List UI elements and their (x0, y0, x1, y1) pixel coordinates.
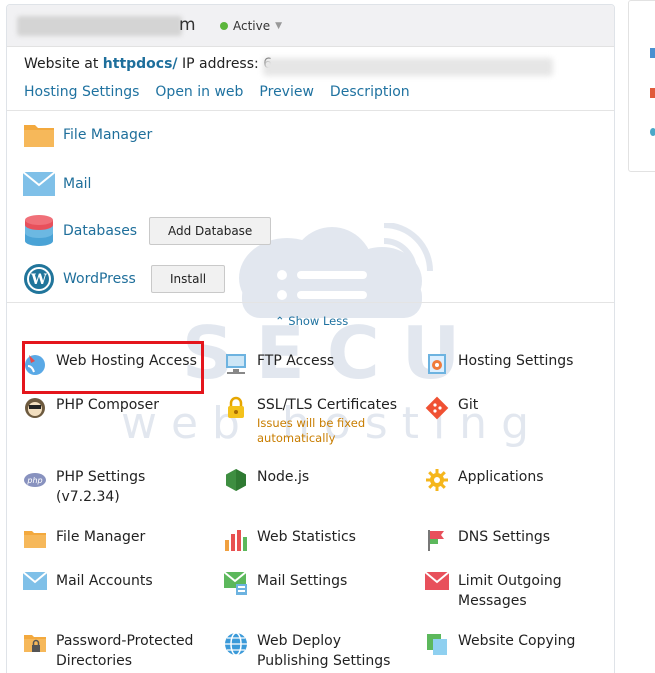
nodejs-icon (224, 468, 248, 492)
tool-nodejs[interactable]: Node.js (224, 467, 309, 492)
tool-label: Mail Accounts (56, 573, 153, 589)
tool-php-settings[interactable]: php PHP Settings (v7.2.34) (23, 467, 145, 507)
tool-label: Limit Outgoing Messages (458, 573, 562, 609)
website-prefix: Website at (24, 56, 99, 72)
tool-label: Web Deploy Publishing Settings (257, 633, 391, 669)
docroot-link[interactable]: httpdocs/ (103, 56, 178, 72)
bar-chart-icon (224, 528, 248, 552)
tool-applications[interactable]: Applications (425, 467, 544, 492)
svg-text:php: php (26, 476, 42, 485)
tool-ssl-certificates[interactable]: SSL/TLS Certificates Issues will be fixe… (224, 395, 397, 446)
wordpress-label: WordPress (63, 271, 136, 287)
folder-icon (23, 528, 47, 552)
side-icon-red (650, 88, 655, 98)
subscription-card: m Active ▼ Website at httpdocs/ IP addre… (6, 4, 615, 673)
status-dot-icon (220, 22, 228, 30)
description-link[interactable]: Description (330, 84, 410, 100)
side-panel (628, 0, 655, 172)
gear-icon (425, 468, 449, 492)
tool-label: Hosting Settings (458, 353, 574, 369)
ftp-icon (224, 352, 248, 376)
install-button[interactable]: Install (151, 265, 226, 293)
preview-link[interactable]: Preview (259, 84, 314, 100)
domain-name-tail: m (179, 15, 196, 35)
tool-dns-settings[interactable]: DNS Settings (425, 527, 550, 552)
tool-web-hosting-access[interactable]: Web Hosting Access (23, 351, 197, 376)
divider (7, 302, 614, 303)
php-version: (v7.2.34) (56, 489, 120, 505)
tool-label: Applications (458, 469, 544, 485)
tool-label: DNS Settings (458, 529, 551, 545)
side-icon-teal (650, 128, 655, 136)
file-manager-row[interactable]: File Manager (23, 119, 152, 151)
database-icon (23, 215, 55, 247)
chevron-down-icon: ▼ (275, 21, 283, 31)
mail-label: Mail (63, 176, 92, 192)
copy-icon (425, 632, 449, 656)
web-deploy-icon (224, 632, 248, 656)
mail-row[interactable]: Mail (23, 168, 91, 200)
php-icon: php (23, 468, 47, 492)
domain-name-redacted (17, 16, 182, 36)
tool-php-composer[interactable]: PHP Composer (23, 395, 159, 420)
lock-folder-icon (23, 632, 47, 656)
mail-icon (22, 571, 48, 596)
tool-web-deploy[interactable]: Web Deploy Publishing Settings (224, 631, 397, 671)
ssl-icon (224, 396, 248, 420)
ip-address-label: IP address: 6 (182, 56, 273, 72)
tool-file-manager[interactable]: File Manager (23, 527, 145, 552)
website-line: Website at httpdocs/ (24, 56, 178, 72)
tool-label: File Manager (56, 529, 146, 545)
tool-ftp-access[interactable]: FTP Access (224, 351, 334, 376)
folder-icon (23, 119, 55, 151)
file-manager-label: File Manager (63, 127, 153, 143)
tool-label: Node.js (257, 469, 310, 485)
open-in-web-link[interactable]: Open in web (155, 84, 243, 100)
wordpress-icon: W (23, 263, 55, 295)
tool-password-protected-directories[interactable]: Password-Protected Directories (23, 631, 201, 671)
tool-label: Mail Settings (257, 573, 348, 589)
mail-settings-icon (223, 571, 248, 596)
tool-hosting-settings[interactable]: Hosting Settings (425, 351, 573, 376)
tool-label: SSL/TLS Certificates (257, 397, 397, 413)
chevron-up-icon: ⌃ (275, 314, 285, 328)
add-database-button[interactable]: Add Database (149, 217, 272, 245)
tool-label: FTP Access (257, 353, 335, 369)
hosting-settings-link[interactable]: Hosting Settings (24, 84, 139, 100)
web-hosting-access-icon (23, 352, 47, 376)
git-icon (425, 396, 449, 420)
tool-label: Web Hosting Access (56, 353, 197, 369)
card-header: m Active ▼ (7, 5, 614, 47)
hosting-settings-icon (425, 352, 449, 376)
tool-label: PHP Settings (56, 469, 146, 485)
mail-limit-icon (424, 571, 450, 596)
status-label: Active (233, 19, 271, 33)
tool-web-statistics[interactable]: Web Statistics (224, 527, 356, 552)
databases-label: Databases (63, 223, 138, 239)
show-less-label: Show Less (288, 314, 349, 328)
databases-row[interactable]: Databases (23, 215, 137, 247)
tool-limit-outgoing-messages[interactable]: Limit Outgoing Messages (424, 571, 578, 611)
tool-label: Git (458, 397, 479, 413)
tool-label: Website Copying (458, 633, 576, 649)
mail-icon (23, 168, 55, 200)
tool-git[interactable]: Git (425, 395, 478, 420)
show-less-toggle[interactable]: ⌃ Show Less (275, 314, 348, 328)
svg-text:W: W (30, 272, 47, 288)
ip-address-redacted (263, 58, 553, 76)
ssl-warning-note: Issues will be fixed automatically (257, 416, 366, 445)
tool-mail-accounts[interactable]: Mail Accounts (22, 571, 153, 596)
tool-label: Web Statistics (257, 529, 356, 545)
status-dropdown[interactable]: Active ▼ (220, 19, 282, 33)
divider (7, 110, 614, 111)
dns-icon (425, 528, 449, 552)
tool-label: Password-Protected Directories (56, 633, 194, 669)
side-icon-blue (650, 48, 655, 58)
tool-website-copying[interactable]: Website Copying (425, 631, 575, 656)
wordpress-row[interactable]: W WordPress (23, 263, 136, 295)
website-links: Hosting Settings Open in web Preview Des… (24, 84, 410, 100)
tool-label: PHP Composer (56, 397, 159, 413)
php-composer-icon (23, 396, 47, 420)
tool-mail-settings[interactable]: Mail Settings (223, 571, 348, 596)
